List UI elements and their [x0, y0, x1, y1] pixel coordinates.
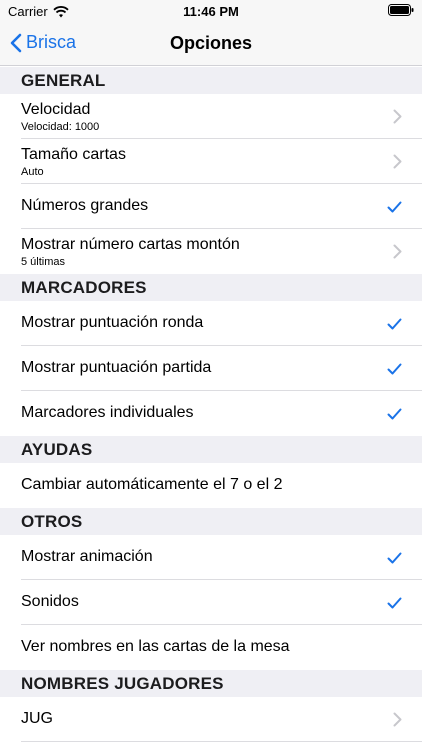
checkmark-icon [387, 346, 402, 391]
settings-row[interactable]: Velocidad Velocidad: 1000 [0, 94, 422, 139]
settings-row[interactable]: Marcadores individuales [0, 391, 422, 436]
settings-row[interactable]: Sonidos [0, 580, 422, 625]
settings-row[interactable]: Mostrar puntuación partida [0, 346, 422, 391]
row-title: Sonidos [21, 593, 79, 610]
section-header: GENERAL [0, 67, 422, 94]
chevron-right-icon [393, 139, 402, 184]
row-title: Marcadores individuales [21, 404, 194, 421]
row-title: Velocidad [21, 101, 91, 118]
status-time: 11:46 PM [183, 4, 239, 19]
checkmark-icon [387, 535, 402, 580]
checkmark-icon [387, 580, 402, 625]
battery-icon [388, 4, 414, 19]
chevron-right-icon [393, 229, 402, 274]
row-subtitle: 5 últimas [21, 256, 66, 268]
settings-row[interactable]: Mostrar animación [0, 535, 422, 580]
checkmark-icon [387, 391, 402, 436]
row-title: Mostrar número cartas montón [21, 236, 240, 253]
row-title: Cambiar automáticamente el 7 o el 2 [21, 476, 283, 493]
chevron-right-icon [393, 697, 402, 742]
row-subtitle: Velocidad: 1000 [21, 121, 100, 133]
section-header: NOMBRES JUGADORES [0, 670, 422, 697]
row-title: Números grandes [21, 197, 149, 214]
row-separator [21, 741, 422, 742]
chevron-right-icon [393, 94, 402, 139]
row-title: Mostrar animación [21, 548, 153, 565]
settings-row[interactable]: Números grandes [0, 184, 422, 229]
settings-row[interactable]: Mostrar número cartas montón 5 últimas [0, 229, 422, 274]
settings-row[interactable]: JUG [0, 697, 422, 742]
section-header: AYUDAS [0, 436, 422, 463]
row-title: JUG [21, 710, 53, 727]
settings-row[interactable]: Ver nombres en las cartas de la mesa [0, 625, 422, 670]
settings-list: GENERAL Velocidad Velocidad: 1000 Tamaño ca… [0, 67, 422, 742]
checkmark-icon [387, 301, 402, 346]
row-title: Mostrar puntuación partida [21, 359, 212, 376]
section-header: OTROS [0, 508, 422, 535]
navigation-bar: Brisca Opciones [0, 22, 422, 66]
row-title: Tamaño cartas [21, 146, 126, 163]
checkmark-icon [387, 184, 402, 229]
status-bar: Carrier 11:46 PM [0, 0, 422, 22]
settings-row[interactable]: Cambiar automáticamente el 7 o el 2 [0, 463, 422, 508]
row-title: Mostrar puntuación ronda [21, 314, 204, 331]
row-title: Ver nombres en las cartas de la mesa [21, 638, 290, 655]
settings-row[interactable]: Tamaño cartas Auto [0, 139, 422, 184]
page-title: Opciones [169, 33, 253, 53]
row-subtitle: Auto [21, 166, 44, 178]
settings-row[interactable]: Mostrar puntuación ronda [0, 301, 422, 346]
section-header: MARCADORES [0, 274, 422, 301]
